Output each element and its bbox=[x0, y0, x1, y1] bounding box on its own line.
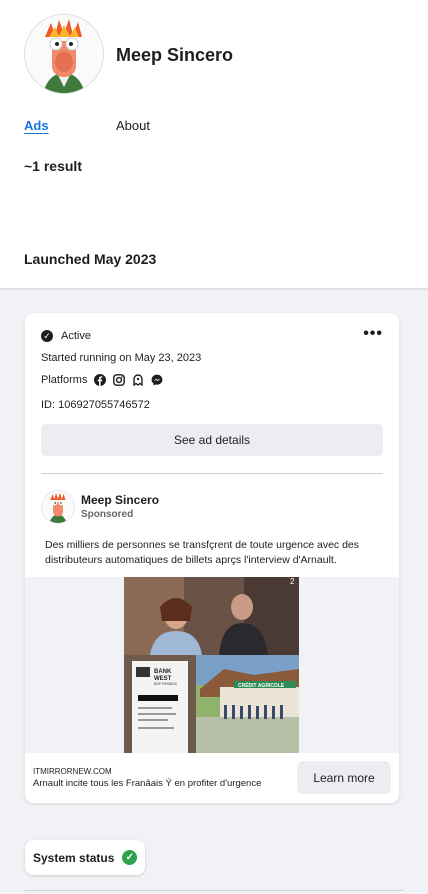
collage-number: 2 bbox=[290, 577, 295, 586]
footer-divider bbox=[25, 890, 403, 891]
bank-line-1: BANK bbox=[154, 669, 172, 675]
result-count: ~1 result bbox=[24, 158, 82, 174]
page-title: Meep Sincero bbox=[116, 45, 234, 65]
active-check-icon: ✓ bbox=[41, 330, 53, 342]
platforms-row: Platforms bbox=[41, 374, 163, 386]
launched-heading: Launched May 2023 bbox=[24, 251, 157, 267]
advertiser-name[interactable]: Meep Sincero bbox=[81, 493, 159, 507]
ad-card: ✓ Active ••• Started running on May 23, … bbox=[25, 313, 399, 803]
instagram-icon bbox=[113, 374, 126, 386]
tab-about[interactable]: About bbox=[116, 118, 150, 133]
ad-body-text: Des milliers de personnes se transfçrent… bbox=[45, 539, 360, 566]
link-title[interactable]: Arnault incite tous les Franâais Ý en pr… bbox=[33, 778, 261, 789]
audience-network-icon bbox=[133, 374, 144, 386]
system-status-chip[interactable]: System status ✓ bbox=[25, 840, 146, 875]
page-header: Meep Sincero Ads About ~1 result Launche… bbox=[0, 0, 428, 289]
facebook-icon bbox=[94, 374, 107, 386]
divider bbox=[41, 473, 383, 474]
more-options-icon[interactable]: ••• bbox=[363, 326, 383, 342]
check-circle-icon: ✓ bbox=[122, 850, 138, 865]
status-row: ✓ Active bbox=[41, 330, 91, 342]
started-running: Started running on May 23, 2023 bbox=[41, 352, 202, 364]
branch-sign: CRÉDIT AGRICOLE bbox=[238, 681, 285, 689]
tab-ads[interactable]: Ads bbox=[24, 118, 49, 133]
advertiser-avatar[interactable] bbox=[41, 490, 75, 524]
see-ad-details-button[interactable]: See ad details bbox=[41, 424, 383, 456]
ad-image[interactable]: 2 BANK WEST BNP PARIBAS CRÉDIT AGRICOLE bbox=[124, 577, 299, 753]
system-status-label: System status bbox=[33, 850, 115, 865]
learn-more-button[interactable]: Learn more bbox=[297, 761, 391, 794]
ad-id: ID: 106927055746572 bbox=[41, 399, 150, 411]
platforms-label: Platforms bbox=[41, 374, 88, 386]
sponsored-label: Sponsored bbox=[81, 509, 134, 520]
page-avatar[interactable] bbox=[24, 14, 104, 94]
status-label: Active bbox=[61, 330, 91, 342]
link-domain: ITMIRRORNEW.COM bbox=[33, 767, 112, 776]
bank-sub: BNP PARIBAS bbox=[154, 682, 178, 686]
messenger-icon bbox=[152, 374, 163, 386]
